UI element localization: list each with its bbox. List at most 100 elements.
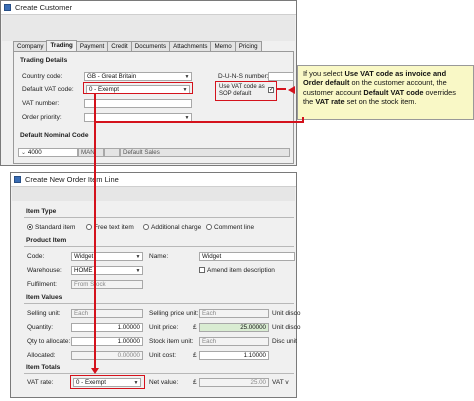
- app-icon: [14, 176, 21, 183]
- unit-cost-input[interactable]: 1.10000: [199, 351, 269, 360]
- code-value: Widget: [74, 253, 94, 260]
- order-window-title: Create New Order Item Line: [25, 175, 119, 184]
- quantity-label: Quantity:: [27, 324, 54, 331]
- unit-price-input[interactable]: 25.00000: [199, 323, 269, 332]
- free-text-item-label: Free text item: [94, 224, 134, 231]
- qty-allocate-label: Qty to allocate:: [27, 338, 71, 345]
- amend-description-label: Amend item description: [207, 267, 275, 274]
- unit-price-label: Unit price:: [149, 324, 179, 331]
- callout-bold-2: Default VAT code: [363, 87, 424, 97]
- nominal-account-value: 4000: [27, 149, 42, 156]
- nominal-account-field[interactable]: ⌄ 4000: [18, 148, 78, 157]
- stock-unit-value: Each: [202, 338, 217, 345]
- chevron-down-icon: ⌄: [21, 149, 28, 156]
- amend-description-checkbox[interactable]: [199, 267, 205, 273]
- country-code-value: GB - Great Britain: [87, 73, 137, 80]
- selling-price-unit-value: Each: [202, 310, 217, 317]
- callout-text-4: set on the stock item.: [344, 97, 417, 107]
- vat-number-input[interactable]: [84, 99, 192, 108]
- vat-link-line: [94, 93, 96, 369]
- unit-cost-label: Unit cost:: [149, 352, 177, 359]
- radio-additional-charge[interactable]: [143, 224, 149, 230]
- chevron-down-icon: ▼: [135, 268, 141, 274]
- unit-discount-2-label: Unit disco: [272, 324, 301, 331]
- standard-item-label: Standard item: [35, 224, 76, 231]
- net-value-field: 25.00: [199, 378, 269, 387]
- warehouse-select[interactable]: HOME ▼: [71, 266, 143, 275]
- callout-connector: [276, 88, 286, 90]
- selling-price-unit-field: Each: [199, 309, 269, 318]
- qty-allocate-value: 1.00000: [117, 338, 140, 345]
- item-totals-heading: Item Totals: [26, 364, 61, 371]
- duns-label: D-U-N-S number:: [218, 73, 269, 80]
- nominal-cost-centre-value: MAN: [81, 149, 95, 156]
- country-code-label: Country code:: [22, 73, 63, 80]
- name-label: Name:: [149, 253, 169, 260]
- vat-code-highlight: [83, 82, 193, 94]
- stock-unit-label: Stock item unit:: [149, 338, 194, 345]
- divider: [24, 303, 294, 304]
- net-value-label: Net value:: [149, 379, 179, 386]
- vat-callout: If you select Use VAT code as invoice an…: [297, 65, 474, 120]
- item-type-heading: Item Type: [26, 208, 57, 215]
- warehouse-value: HOME: [74, 267, 93, 274]
- stock-unit-field: Each: [199, 337, 269, 346]
- quantity-value: 1.00000: [117, 324, 140, 331]
- unit-price-value: 25.00000: [240, 324, 266, 331]
- arrow-left-icon: [288, 86, 295, 94]
- code-select[interactable]: Widget ▼: [71, 252, 143, 261]
- trading-details-heading: Trading Details: [20, 57, 68, 64]
- order-item-window: Create New Order Item Line Item Type Sta…: [10, 172, 301, 398]
- fulfilment-field: From Stock: [71, 280, 143, 289]
- qty-allocate-input[interactable]: 1.00000: [71, 337, 143, 346]
- code-label: Code:: [27, 253, 45, 260]
- fulfilment-value: From Stock: [74, 281, 106, 288]
- vat-value-label: VAT v: [272, 379, 289, 386]
- radio-free-text-item[interactable]: [86, 224, 92, 230]
- unit-discount-label: Unit disco: [272, 310, 301, 317]
- disc-unit-label: Disc unit: [272, 338, 297, 345]
- warehouse-label: Warehouse:: [27, 267, 62, 274]
- country-code-select[interactable]: GB - Great Britain ▼: [84, 72, 192, 81]
- order-titlebar: Create New Order Item Line: [11, 173, 296, 187]
- vat-number-label: VAT number:: [22, 100, 60, 107]
- default-nominal-heading: Default Nominal Code: [20, 132, 89, 139]
- allocated-label: Allocated:: [27, 352, 56, 359]
- customer-window-title: Create Customer: [15, 3, 73, 12]
- nominal-department-field: [104, 148, 120, 157]
- customer-titlebar: Create Customer: [1, 1, 296, 15]
- create-customer-window: Create Customer Company Trading Payment …: [0, 0, 297, 166]
- default-vat-label: Default VAT code:: [22, 86, 74, 93]
- nominal-description-value: Default Sales: [123, 149, 160, 156]
- fulfilment-label: Fulfilment:: [27, 281, 57, 288]
- customer-header-strip: [2, 15, 295, 41]
- allocated-field: 0.00000: [71, 351, 143, 360]
- radio-comment-line[interactable]: [206, 224, 212, 230]
- divider: [24, 246, 294, 247]
- duns-input[interactable]: [268, 72, 294, 81]
- name-input[interactable]: Widget: [199, 252, 295, 261]
- selling-price-unit-label: Selling price unit:: [149, 310, 199, 317]
- vat-rate-highlight: [70, 375, 145, 389]
- quantity-input[interactable]: 1.00000: [71, 323, 143, 332]
- trading-panel: Trading Details Country code: GB - Great…: [13, 51, 294, 164]
- divider: [24, 373, 294, 374]
- unit-price-currency: £: [193, 324, 197, 331]
- selling-unit-label: Selling unit:: [27, 310, 61, 317]
- chevron-down-icon: ▼: [184, 74, 190, 80]
- selling-unit-value: Each: [74, 310, 89, 317]
- comment-line-label: Comment line: [214, 224, 255, 231]
- net-value-value: 25.00: [250, 379, 266, 386]
- selling-unit-field: Each: [71, 309, 143, 318]
- divider: [24, 217, 294, 218]
- callout-link-line: [96, 121, 303, 123]
- allocated-value: 0.00000: [117, 352, 140, 359]
- radio-standard-item[interactable]: [27, 224, 33, 230]
- net-value-currency: £: [193, 379, 197, 386]
- nominal-cost-centre-field: MAN: [78, 148, 104, 157]
- order-priority-label: Order priority:: [22, 114, 62, 121]
- callout-link-riser: [302, 117, 304, 123]
- additional-charge-label: Additional charge: [151, 224, 202, 231]
- arrow-down-icon: [91, 368, 99, 374]
- callout-bold-3: VAT rate: [315, 97, 345, 107]
